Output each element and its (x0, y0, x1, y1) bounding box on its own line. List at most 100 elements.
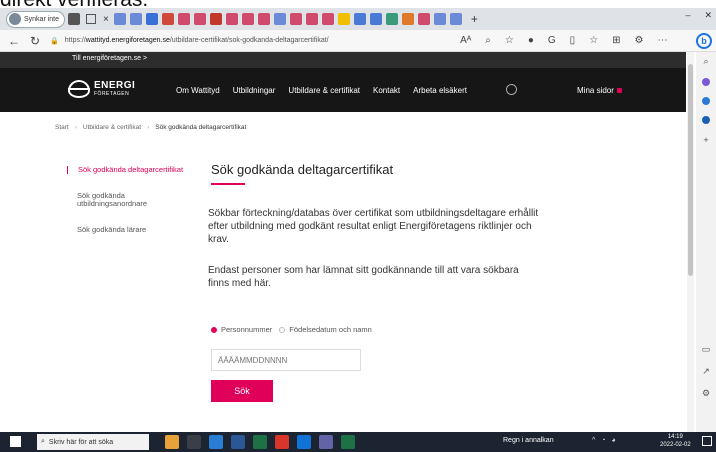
search-button[interactable]: Sök (211, 380, 273, 402)
profile-button[interactable]: Synkar inte (6, 10, 66, 28)
personnummer-input[interactable] (211, 349, 361, 371)
tab-favicon-icon[interactable] (417, 13, 430, 25)
taskbar-apps (165, 435, 355, 449)
tab-favicon-icon[interactable] (177, 13, 190, 25)
taskbar-clock[interactable]: 14:19 2022-02-02 (660, 433, 691, 449)
tab-favicon-icon[interactable] (305, 13, 318, 25)
sidebar-tools-icon[interactable] (702, 97, 710, 105)
windows-start-icon[interactable] (10, 436, 21, 447)
new-tab-icon[interactable]: + (471, 12, 478, 26)
tab-favicon-icon[interactable] (273, 13, 286, 25)
tab-actions-icon[interactable] (86, 14, 97, 24)
page-scrollbar[interactable] (687, 52, 694, 432)
refresh-icon[interactable]: ↻ (30, 34, 40, 48)
taskbar-app-icon[interactable] (319, 435, 333, 449)
address-bar-row: ← ↻ 🔒 https://wattityd.energiforetagen.s… (0, 30, 716, 52)
sidebar-layout-icon[interactable]: ▭ (702, 344, 711, 355)
taskbar-app-icon[interactable] (231, 435, 245, 449)
collections-icon[interactable]: ⊞ (612, 35, 620, 46)
tray-chevron-icon[interactable]: ^ (592, 437, 595, 444)
tab-favicon-icon[interactable] (113, 13, 126, 25)
radio-fodelsedatum-label: Födelsedatum och namn (289, 325, 372, 334)
nav-item-utbildningar[interactable]: Utbildningar (233, 86, 276, 95)
taskbar-app-icon[interactable] (341, 435, 355, 449)
tab-favicon-icon[interactable] (401, 13, 414, 25)
taskbar-app-icon[interactable] (253, 435, 267, 449)
mina-sidor-link[interactable]: Mina sidor (577, 86, 622, 95)
tab-favicon-icon[interactable] (257, 13, 270, 25)
url-field[interactable]: 🔒 https://wattityd.energiforetagen.se/ut… (50, 33, 450, 49)
favorites-icon[interactable]: ☆ (589, 35, 598, 46)
weather-widget[interactable]: Regn i annalkan (503, 437, 554, 444)
taskbar-app-icon[interactable] (275, 435, 289, 449)
tab-favicon-icon[interactable] (321, 13, 334, 25)
back-icon[interactable]: ← (8, 34, 20, 48)
radio-fodelsedatum[interactable]: Födelsedatum och namn (279, 325, 372, 334)
taskbar-search[interactable]: ⌕ Skriv här för att söka (37, 434, 149, 450)
breadcrumb-separator-icon: › (74, 124, 77, 131)
extension-icon[interactable]: ● (528, 35, 534, 46)
close-tab-icon[interactable]: × (103, 14, 109, 25)
tab-favicon-icon[interactable] (193, 13, 206, 25)
lock-icon (616, 88, 622, 93)
tab-favicon-icon[interactable] (241, 13, 254, 25)
notifications-icon[interactable] (702, 436, 712, 446)
profile-sync-icon[interactable]: ⚙ (635, 35, 644, 46)
tab-favicon-icon[interactable] (145, 13, 158, 25)
radio-personnummer[interactable]: Personnummer (211, 325, 272, 334)
sidemenu-item-utbildningsanordnare[interactable]: Sök godkända utbildningsanordnare (67, 192, 167, 208)
tab-favicon-icon[interactable] (225, 13, 238, 25)
sidebar-external-icon[interactable]: ↗ (702, 366, 710, 377)
scrollbar-thumb[interactable] (688, 64, 693, 276)
search-icon[interactable] (506, 84, 517, 95)
sidebar-shopping-icon[interactable] (702, 78, 710, 86)
nav-item-om-wattityd[interactable]: Om Wattityd (176, 86, 220, 95)
nav-item-kontakt[interactable]: Kontakt (373, 86, 400, 95)
tray-network-icon[interactable]: ◔ (601, 437, 605, 444)
tab-favicon-icon[interactable] (337, 13, 350, 25)
split-screen-icon[interactable]: ▯ (570, 35, 576, 46)
tab-favicon-icon[interactable] (433, 13, 446, 25)
nav-item-arbeta-elsakert[interactable]: Arbeta elsäkert (413, 86, 467, 95)
taskbar-app-icon[interactable] (209, 435, 223, 449)
sidemenu-item-larare[interactable]: Sök godkända lärare (67, 226, 207, 234)
radio-unselected-icon (279, 327, 286, 334)
taskbar-app-icon[interactable] (187, 435, 201, 449)
tab-favicon-icon[interactable] (209, 13, 222, 25)
minimize-icon[interactable]: – (685, 10, 690, 21)
sidemenu-item-deltagarcertifikat[interactable]: Sök godkända deltagarcertifikat (67, 166, 207, 174)
breadcrumb-start[interactable]: Start (55, 124, 69, 131)
tray-volume-icon[interactable]: ◕ (612, 437, 616, 444)
refresh-extension-icon[interactable]: G (548, 35, 556, 46)
page-title: Sök godkända deltagarcertifikat (211, 162, 394, 177)
tab-favicon-icon[interactable] (385, 13, 398, 25)
site-header: ENERGI FÖRETAGEN Om Wattityd Utbildninga… (0, 68, 686, 112)
browser-sidebar: ⌕ + ▭ ↗ ⚙ (696, 52, 716, 432)
read-aloud-icon[interactable]: Aᴬ (460, 35, 471, 46)
close-window-icon[interactable]: ✕ (704, 10, 712, 21)
sidebar-settings-icon[interactable]: ⚙ (702, 388, 710, 399)
sidebar-outlook-icon[interactable] (702, 116, 710, 124)
logo-mark-icon (68, 80, 90, 98)
tab-favicon-icon[interactable] (449, 13, 462, 25)
more-menu-icon[interactable]: ⋯ (658, 35, 668, 46)
taskbar-app-icon[interactable] (297, 435, 311, 449)
bing-copilot-icon[interactable]: b (696, 33, 712, 49)
tab-favicon-icon[interactable] (68, 13, 81, 25)
tab-favicon-icon[interactable] (369, 13, 382, 25)
breadcrumb-utbildare[interactable]: Utbildare & certifikat (83, 124, 141, 131)
energiforetagen-link[interactable]: Till energiföretagen.se > (72, 55, 147, 62)
window-controls: – ✕ (685, 10, 712, 21)
sidebar-add-icon[interactable]: + (703, 135, 708, 145)
taskbar-app-icon[interactable] (165, 435, 179, 449)
nav-item-utbildare-certifikat[interactable]: Utbildare & certifikat (288, 86, 360, 95)
tab-favicon-icon[interactable] (353, 13, 366, 25)
system-tray: ^ ◔ ◕ (592, 437, 616, 444)
tab-favicon-icon[interactable] (129, 13, 142, 25)
zoom-icon[interactable]: ⌕ (485, 35, 491, 46)
favorite-star-icon[interactable]: ☆ (505, 35, 514, 46)
energiforetagen-logo[interactable]: ENERGI FÖRETAGEN (68, 80, 135, 98)
tab-favicon-icon[interactable] (161, 13, 174, 25)
tab-favicon-icon[interactable] (289, 13, 302, 25)
sidebar-search-icon[interactable]: ⌕ (703, 56, 708, 67)
